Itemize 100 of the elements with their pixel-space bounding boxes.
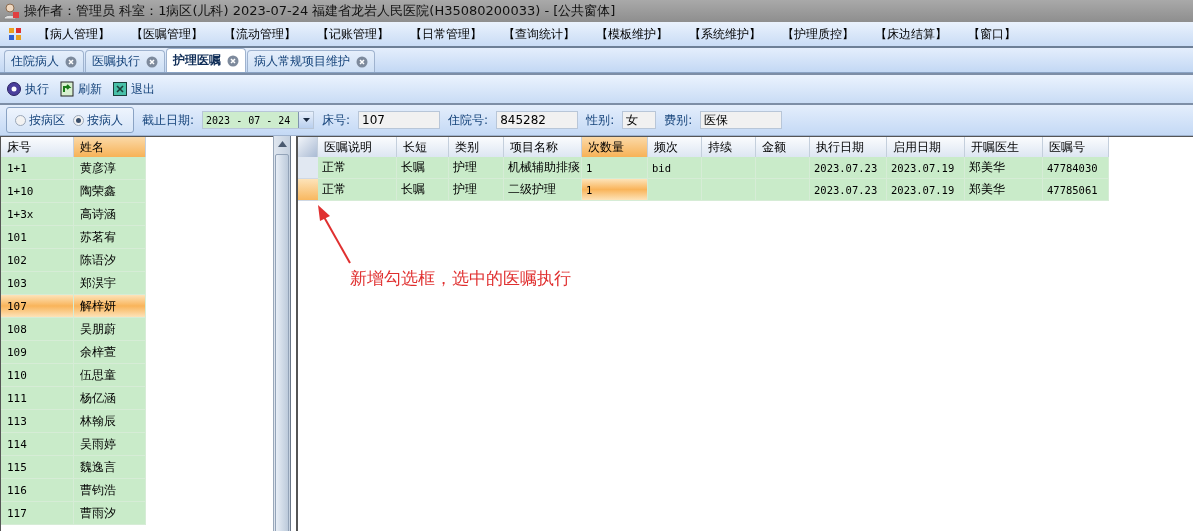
name-cell[interactable]: 林翰辰 <box>74 410 146 433</box>
menu-item[interactable]: 【病人管理】 <box>38 23 131 45</box>
toolbar-button[interactable]: 刷新 <box>59 80 102 98</box>
column-header[interactable]: 医嘱说明 <box>318 137 397 157</box>
input-field[interactable]: 女 <box>622 111 657 129</box>
table-cell <box>756 179 810 201</box>
close-icon[interactable] <box>356 55 368 68</box>
column-header[interactable]: 持续 <box>702 137 756 157</box>
column-header[interactable]: 金额 <box>756 137 810 157</box>
menu-item[interactable]: 【查询统计】 <box>503 23 596 45</box>
input-field[interactable]: 107 <box>358 111 441 129</box>
table-cell: 护理 <box>449 179 504 201</box>
name-cell[interactable]: 曹雨汐 <box>74 502 146 525</box>
toolbar-button[interactable]: 执行 <box>6 80 49 98</box>
close-icon[interactable] <box>65 55 77 68</box>
column-header[interactable]: 项目名称 <box>504 137 582 157</box>
bed-cell[interactable]: 111 <box>1 387 74 410</box>
menu-item[interactable]: 【模板维护】 <box>596 23 689 45</box>
menu-item[interactable]: 【窗口】 <box>968 23 1061 45</box>
radio-button[interactable]: 按病人 <box>73 111 123 129</box>
input-field[interactable]: 医保 <box>700 111 783 129</box>
column-header[interactable]: 类别 <box>449 137 504 157</box>
toolbar-button[interactable]: 退出 <box>112 80 155 98</box>
field-label: 床号: <box>322 111 351 129</box>
table-cell: 机械辅助排痰 <box>504 157 582 179</box>
radio-button[interactable]: 按病区 <box>15 111 65 129</box>
name-cell[interactable]: 高诗涵 <box>74 203 146 226</box>
table-cell: 长嘱 <box>397 179 449 201</box>
table-cell: 长嘱 <box>397 157 449 179</box>
bed-cell[interactable]: 107 <box>1 295 74 318</box>
name-cell[interactable]: 曹钧浩 <box>74 479 146 502</box>
name-cell[interactable]: 吴雨婷 <box>74 433 146 456</box>
bed-cell[interactable]: 113 <box>1 410 74 433</box>
menu-item[interactable]: 【流动管理】 <box>224 23 317 45</box>
name-cell[interactable]: 陈语汐 <box>74 249 146 272</box>
close-icon[interactable] <box>146 55 158 68</box>
menu-item[interactable]: 【系统维护】 <box>689 23 782 45</box>
menu-item[interactable]: 【床边结算】 <box>875 23 968 45</box>
bed-cell[interactable]: 110 <box>1 364 74 387</box>
name-cell[interactable]: 杨亿涵 <box>74 387 146 410</box>
column-header[interactable]: 长短 <box>397 137 449 157</box>
bed-cell[interactable]: 1+1 <box>1 157 74 180</box>
column-header[interactable]: 床号 <box>1 137 74 157</box>
gear-icon <box>6 81 22 97</box>
window-title: 操作者：管理员 科室：1病区(儿科) 2023-07-24 福建省龙岩人民医院(H35080200033) - [公共窗体] <box>24 2 616 20</box>
exit-icon <box>112 81 128 97</box>
name-cell[interactable]: 余梓萱 <box>74 341 146 364</box>
tab[interactable]: 护理医嘱 <box>166 48 246 72</box>
dropdown-icon[interactable] <box>302 118 310 122</box>
name-cell[interactable]: 解梓妍 <box>74 295 146 318</box>
table-cell <box>648 179 702 201</box>
table-cell: 2023.07.23 <box>810 179 887 201</box>
name-cell[interactable]: 吴朋蔚 <box>74 318 146 341</box>
radio-dot[interactable] <box>73 114 84 126</box>
app-menu-icon[interactable] <box>8 27 22 41</box>
column-header[interactable]: 开嘱医生 <box>965 137 1043 157</box>
name-cell[interactable]: 郑淏宇 <box>74 272 146 295</box>
date-field[interactable]: 2023 - 07 - 24 <box>202 111 315 129</box>
input-field[interactable]: 845282 <box>496 111 579 129</box>
table-cell <box>702 157 756 179</box>
bed-cell[interactable]: 117 <box>1 502 74 525</box>
name-cell[interactable]: 陶荣鑫 <box>74 180 146 203</box>
field-label: 截止日期: <box>142 111 195 129</box>
bed-cell[interactable]: 116 <box>1 479 74 502</box>
tab[interactable]: 住院病人 <box>4 50 84 72</box>
bed-cell[interactable]: 101 <box>1 226 74 249</box>
menu-item[interactable]: 【医嘱管理】 <box>131 23 224 45</box>
name-cell[interactable]: 伍思童 <box>74 364 146 387</box>
table-cell: 2023.07.19 <box>887 157 965 179</box>
bed-cell[interactable]: 1+10 <box>1 180 74 203</box>
tab[interactable]: 医嘱执行 <box>85 50 165 72</box>
bed-cell[interactable]: 1+3x <box>1 203 74 226</box>
menu-item[interactable]: 【记账管理】 <box>317 23 410 45</box>
radio-dot[interactable] <box>15 114 26 126</box>
close-icon[interactable] <box>227 54 239 67</box>
menu-item[interactable]: 【护理质控】 <box>782 23 875 45</box>
tab[interactable]: 病人常规项目维护 <box>247 50 375 72</box>
table-cell <box>702 179 756 201</box>
column-header[interactable]: 频次 <box>648 137 702 157</box>
name-cell[interactable]: 魏逸言 <box>74 456 146 479</box>
table-cell: 二级护理 <box>504 179 582 201</box>
scroll-up-icon[interactable] <box>277 141 287 147</box>
bed-cell[interactable]: 115 <box>1 456 74 479</box>
menu-item[interactable]: 【日常管理】 <box>410 23 503 45</box>
name-cell[interactable]: 黄彦淳 <box>74 157 146 180</box>
bed-cell[interactable]: 108 <box>1 318 74 341</box>
scrollbar[interactable] <box>273 136 290 531</box>
column-header[interactable]: 执行日期 <box>810 137 887 157</box>
bed-cell[interactable]: 109 <box>1 341 74 364</box>
bed-cell[interactable]: 103 <box>1 272 74 295</box>
name-cell[interactable]: 苏茗宥 <box>74 226 146 249</box>
column-header[interactable]: 次数量 <box>582 137 648 157</box>
table-cell: 2023.07.19 <box>887 179 965 201</box>
column-header[interactable]: 医嘱号 <box>1043 137 1109 157</box>
bed-cell[interactable]: 102 <box>1 249 74 272</box>
column-header[interactable]: 启用日期 <box>887 137 965 157</box>
refresh-icon <box>59 81 75 97</box>
field-label: 费别: <box>664 111 693 129</box>
bed-cell[interactable]: 114 <box>1 433 74 456</box>
column-header[interactable]: 姓名 <box>74 137 146 157</box>
